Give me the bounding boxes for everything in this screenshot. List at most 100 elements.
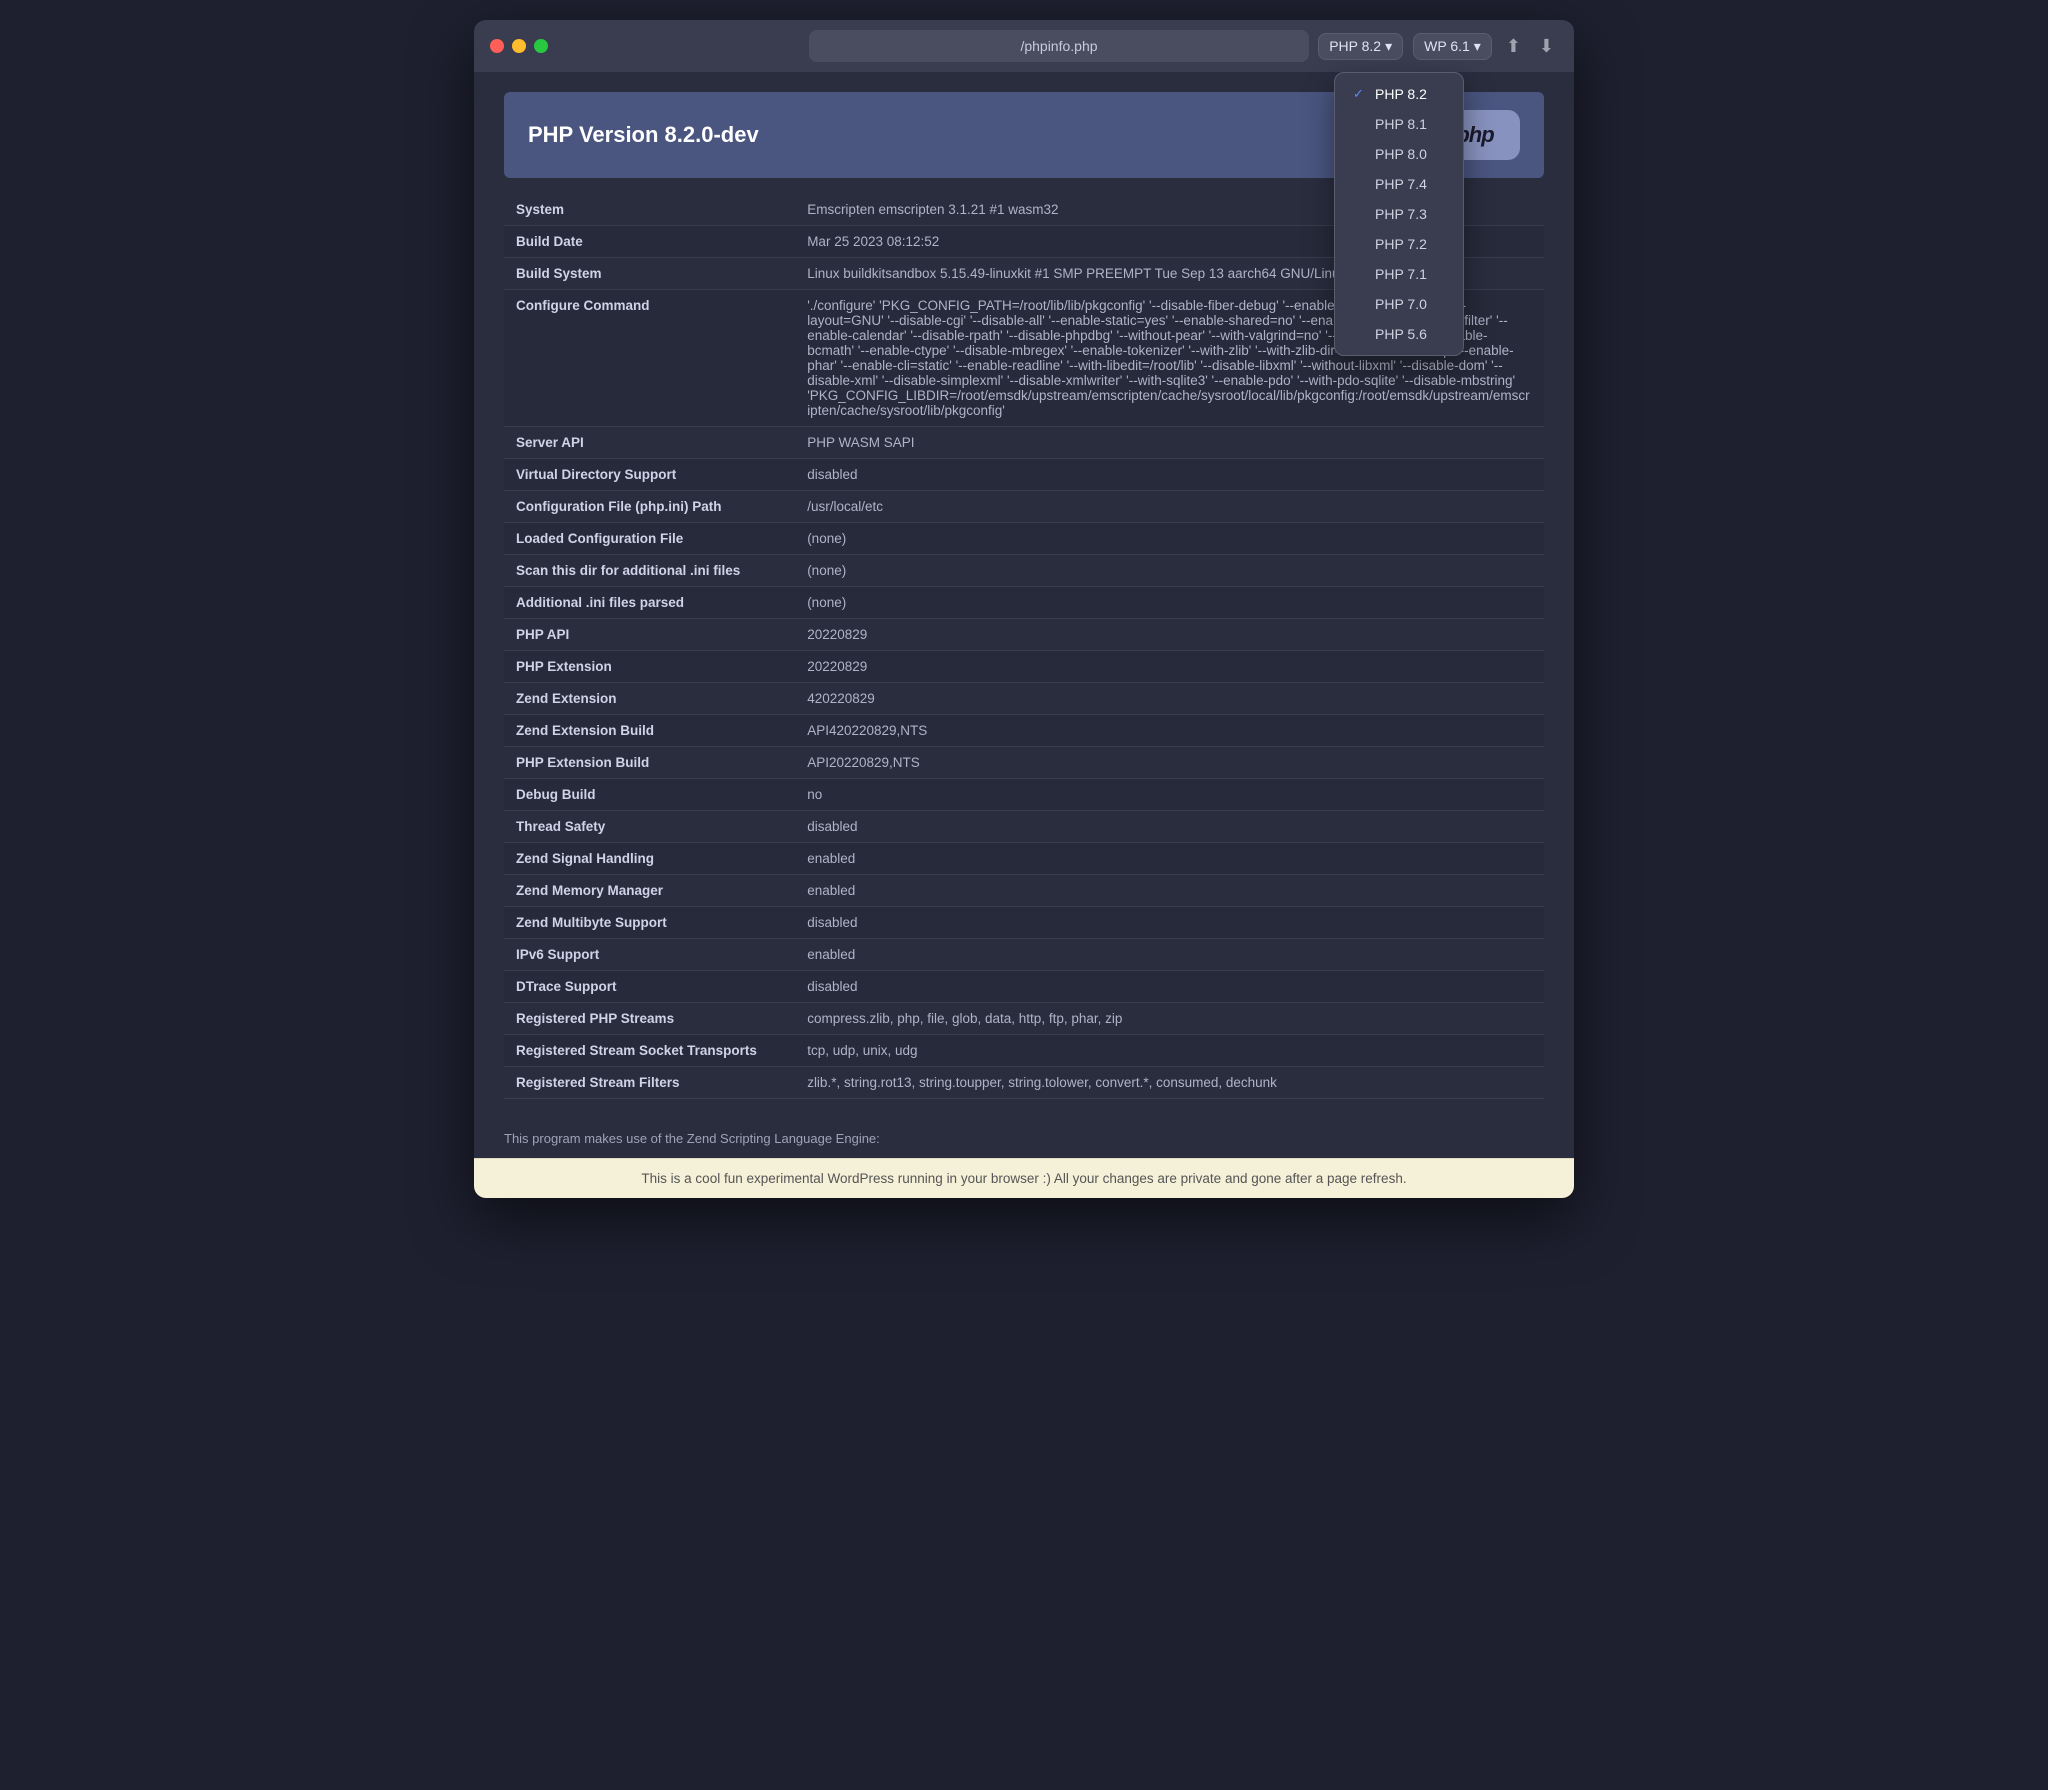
- wp-version-label: WP 6.1: [1424, 38, 1470, 54]
- row-value: 420220829: [795, 683, 1544, 715]
- row-key: Server API: [504, 427, 795, 459]
- row-key: DTrace Support: [504, 971, 795, 1003]
- row-value: API20220829,NTS: [795, 747, 1544, 779]
- footer-section: This program makes use of the Zend Scrip…: [474, 1119, 1574, 1158]
- close-button[interactable]: [490, 39, 504, 53]
- table-row: Configuration File (php.ini) Path /usr/l…: [504, 491, 1544, 523]
- table-row: Zend Extension Build API420220829,NTS: [504, 715, 1544, 747]
- download-button[interactable]: ⬇: [1535, 32, 1558, 61]
- table-row: Loaded Configuration File (none): [504, 523, 1544, 555]
- table-row: Registered PHP Streams compress.zlib, ph…: [504, 1003, 1544, 1035]
- row-key: Configure Command: [504, 290, 795, 427]
- row-key: Configuration File (php.ini) Path: [504, 491, 795, 523]
- row-key: Zend Signal Handling: [504, 843, 795, 875]
- table-row: IPv6 Support enabled: [504, 939, 1544, 971]
- row-value: (none): [795, 523, 1544, 555]
- row-value: PHP WASM SAPI: [795, 427, 1544, 459]
- table-row: PHP Extension Build API20220829,NTS: [504, 747, 1544, 779]
- row-value: 20220829: [795, 651, 1544, 683]
- footer-text: This program makes use of the Zend Scrip…: [504, 1131, 880, 1146]
- table-row: Registered Stream Socket Transports tcp,…: [504, 1035, 1544, 1067]
- php-version-option[interactable]: PHP 7.3: [1335, 199, 1463, 229]
- php-version-option[interactable]: PHP 7.2: [1335, 229, 1463, 259]
- php-version-option[interactable]: PHP 7.0: [1335, 289, 1463, 319]
- minimize-button[interactable]: [512, 39, 526, 53]
- table-row: Zend Extension 420220829: [504, 683, 1544, 715]
- browser-window: /phpinfo.php PHP 8.2 ▾ WP 6.1 ▾ ⬆ ⬇ ✓ PHP…: [474, 20, 1574, 1198]
- php-version-menu: ✓ PHP 8.2 PHP 8.1 PHP 8.0 PHP 7.4 PHP 7.3 PHP …: [1334, 72, 1464, 356]
- php-option-label: PHP 7.0: [1375, 296, 1427, 312]
- php-option-label: PHP 7.1: [1375, 266, 1427, 282]
- bottom-bar: This is a cool fun experimental WordPres…: [474, 1158, 1574, 1198]
- row-value: compress.zlib, php, file, glob, data, ht…: [795, 1003, 1544, 1035]
- row-value: disabled: [795, 907, 1544, 939]
- titlebar: /phpinfo.php PHP 8.2 ▾ WP 6.1 ▾ ⬆ ⬇: [474, 20, 1574, 72]
- row-value: disabled: [795, 811, 1544, 843]
- row-key: Build Date: [504, 226, 795, 258]
- php-version-option[interactable]: PHP 8.1: [1335, 109, 1463, 139]
- table-row: Scan this dir for additional .ini files …: [504, 555, 1544, 587]
- row-key: Registered PHP Streams: [504, 1003, 795, 1035]
- row-key: Debug Build: [504, 779, 795, 811]
- row-key: Build System: [504, 258, 795, 290]
- table-row: PHP Extension 20220829: [504, 651, 1544, 683]
- table-row: Debug Build no: [504, 779, 1544, 811]
- row-key: Thread Safety: [504, 811, 795, 843]
- php-option-label: PHP 8.1: [1375, 116, 1427, 132]
- url-bar[interactable]: /phpinfo.php: [809, 30, 1309, 62]
- php-version-dropdown[interactable]: PHP 8.2 ▾: [1318, 33, 1403, 60]
- row-value: 20220829: [795, 619, 1544, 651]
- wp-version-dropdown[interactable]: WP 6.1 ▾: [1413, 33, 1492, 60]
- upload-button[interactable]: ⬆: [1502, 32, 1525, 61]
- php-version-option[interactable]: ✓ PHP 8.2: [1335, 79, 1463, 109]
- row-value: enabled: [795, 939, 1544, 971]
- php-version-option[interactable]: PHP 7.1: [1335, 259, 1463, 289]
- php-option-label: PHP 8.2: [1375, 86, 1427, 102]
- php-version-title: PHP Version 8.2.0-dev: [528, 122, 759, 148]
- php-option-label: PHP 7.4: [1375, 176, 1427, 192]
- table-row: Registered Stream Filters zlib.*, string…: [504, 1067, 1544, 1099]
- table-row: Zend Multibyte Support disabled: [504, 907, 1544, 939]
- row-value: enabled: [795, 875, 1544, 907]
- row-key: PHP API: [504, 619, 795, 651]
- row-value: API420220829,NTS: [795, 715, 1544, 747]
- row-value: zlib.*, string.rot13, string.toupper, st…: [795, 1067, 1544, 1099]
- row-value: /usr/local/etc: [795, 491, 1544, 523]
- row-key: PHP Extension Build: [504, 747, 795, 779]
- table-row: Zend Memory Manager enabled: [504, 875, 1544, 907]
- row-value: disabled: [795, 971, 1544, 1003]
- row-value: (none): [795, 587, 1544, 619]
- titlebar-right: PHP 8.2 ▾ WP 6.1 ▾ ⬆ ⬇: [1318, 32, 1558, 61]
- chevron-down-icon: ▾: [1474, 38, 1481, 55]
- table-row: Thread Safety disabled: [504, 811, 1544, 843]
- maximize-button[interactable]: [534, 39, 548, 53]
- row-key: System: [504, 194, 795, 226]
- php-version-label: PHP 8.2: [1329, 38, 1381, 54]
- row-key: Zend Extension: [504, 683, 795, 715]
- row-key: Zend Memory Manager: [504, 875, 795, 907]
- table-row: PHP API 20220829: [504, 619, 1544, 651]
- checkmark-icon: ✓: [1353, 86, 1367, 102]
- table-row: DTrace Support disabled: [504, 971, 1544, 1003]
- row-key: PHP Extension: [504, 651, 795, 683]
- row-key: Loaded Configuration File: [504, 523, 795, 555]
- php-option-label: PHP 8.0: [1375, 146, 1427, 162]
- row-key: Zend Extension Build: [504, 715, 795, 747]
- php-option-label: PHP 7.2: [1375, 236, 1427, 252]
- row-key: Registered Stream Socket Transports: [504, 1035, 795, 1067]
- row-value: disabled: [795, 459, 1544, 491]
- row-key: Registered Stream Filters: [504, 1067, 795, 1099]
- table-row: Zend Signal Handling enabled: [504, 843, 1544, 875]
- row-value: (none): [795, 555, 1544, 587]
- php-version-option[interactable]: PHP 7.4: [1335, 169, 1463, 199]
- php-version-option[interactable]: PHP 5.6: [1335, 319, 1463, 349]
- row-key: Zend Multibyte Support: [504, 907, 795, 939]
- row-key: Virtual Directory Support: [504, 459, 795, 491]
- chevron-down-icon: ▾: [1385, 38, 1392, 55]
- table-row: Additional .ini files parsed (none): [504, 587, 1544, 619]
- traffic-lights: [490, 39, 548, 53]
- php-version-option[interactable]: PHP 8.0: [1335, 139, 1463, 169]
- row-key: Additional .ini files parsed: [504, 587, 795, 619]
- table-row: Server API PHP WASM SAPI: [504, 427, 1544, 459]
- php-option-label: PHP 5.6: [1375, 326, 1427, 342]
